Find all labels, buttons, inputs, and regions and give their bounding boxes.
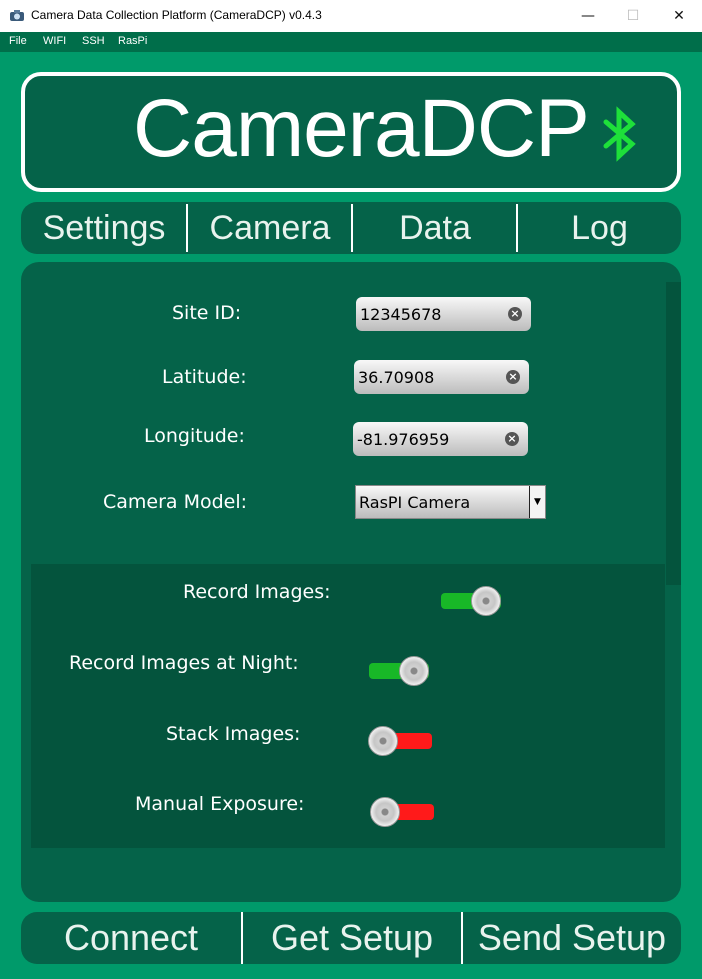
site-id-label: Site ID:	[172, 302, 242, 324]
action-bar: Connect Get Setup Send Setup	[21, 912, 681, 964]
close-button[interactable]: ✕	[656, 0, 702, 32]
camera-model-label: Camera Model:	[103, 491, 248, 513]
manual-exposure-label: Manual Exposure:	[135, 793, 305, 815]
manual-exposure-toggle[interactable]	[370, 797, 434, 827]
app-logo-title: CameraDCP	[133, 83, 590, 174]
longitude-label: Longitude:	[144, 425, 245, 447]
toggle-knob[interactable]	[368, 726, 398, 756]
clear-icon[interactable]: ×	[505, 432, 519, 446]
clear-icon[interactable]: ×	[508, 307, 522, 321]
connect-button[interactable]: Connect	[21, 912, 241, 964]
send-setup-button[interactable]: Send Setup	[463, 912, 681, 964]
camera-model-select[interactable]: RasPI Camera ▼	[355, 485, 546, 519]
tab-settings[interactable]: Settings	[21, 202, 187, 254]
maximize-button[interactable]: ☐	[610, 0, 656, 32]
clear-icon[interactable]: ×	[506, 370, 520, 384]
stack-images-label: Stack Images:	[166, 723, 301, 745]
get-setup-button[interactable]: Get Setup	[243, 912, 461, 964]
scrollbar[interactable]	[666, 282, 681, 585]
title-bar: Camera Data Collection Platform (CameraD…	[0, 0, 702, 32]
stack-images-toggle[interactable]	[368, 726, 432, 756]
banner: CameraDCP	[21, 72, 681, 192]
longitude-value: -81.976959	[357, 429, 450, 449]
record-night-label: Record Images at Night:	[69, 652, 299, 674]
menu-ssh[interactable]: SSH	[82, 35, 105, 47]
bluetooth-icon	[603, 106, 636, 162]
record-night-toggle[interactable]	[369, 656, 431, 686]
tab-bar: Settings Camera Data Log	[21, 202, 681, 254]
tab-data[interactable]: Data	[353, 202, 517, 254]
tab-log[interactable]: Log	[518, 202, 681, 254]
site-id-field[interactable]: 12345678 ×	[356, 297, 531, 331]
minimize-button[interactable]: —	[565, 0, 611, 32]
record-images-label: Record Images:	[183, 581, 331, 603]
toggle-knob[interactable]	[370, 797, 400, 827]
settings-panel: Site ID: 12345678 × Latitude: 36.70908 ×…	[21, 262, 681, 902]
menu-raspi[interactable]: RasPi	[118, 35, 147, 47]
toggle-knob[interactable]	[471, 586, 501, 616]
app-body: CameraDCP Settings Camera Data Log Site …	[0, 52, 702, 979]
longitude-field[interactable]: -81.976959 ×	[353, 422, 528, 456]
latitude-value: 36.70908	[358, 367, 435, 387]
tab-camera[interactable]: Camera	[188, 202, 352, 254]
toggle-knob[interactable]	[399, 656, 429, 686]
site-id-value: 12345678	[360, 304, 442, 324]
window-title: Camera Data Collection Platform (CameraD…	[31, 8, 322, 22]
menu-bar: File WIFI SSH RasPi	[0, 32, 702, 52]
toggle-section: Record Images: Record Images at Night: S…	[31, 564, 665, 848]
menu-file[interactable]: File	[9, 35, 27, 47]
record-images-toggle[interactable]	[441, 586, 503, 616]
camera-model-value: RasPI Camera	[359, 492, 471, 512]
menu-wifi[interactable]: WIFI	[43, 35, 66, 47]
camera-icon	[10, 10, 24, 21]
latitude-label: Latitude:	[162, 366, 247, 388]
latitude-field[interactable]: 36.70908 ×	[354, 360, 529, 394]
chevron-down-icon[interactable]: ▼	[529, 486, 545, 518]
